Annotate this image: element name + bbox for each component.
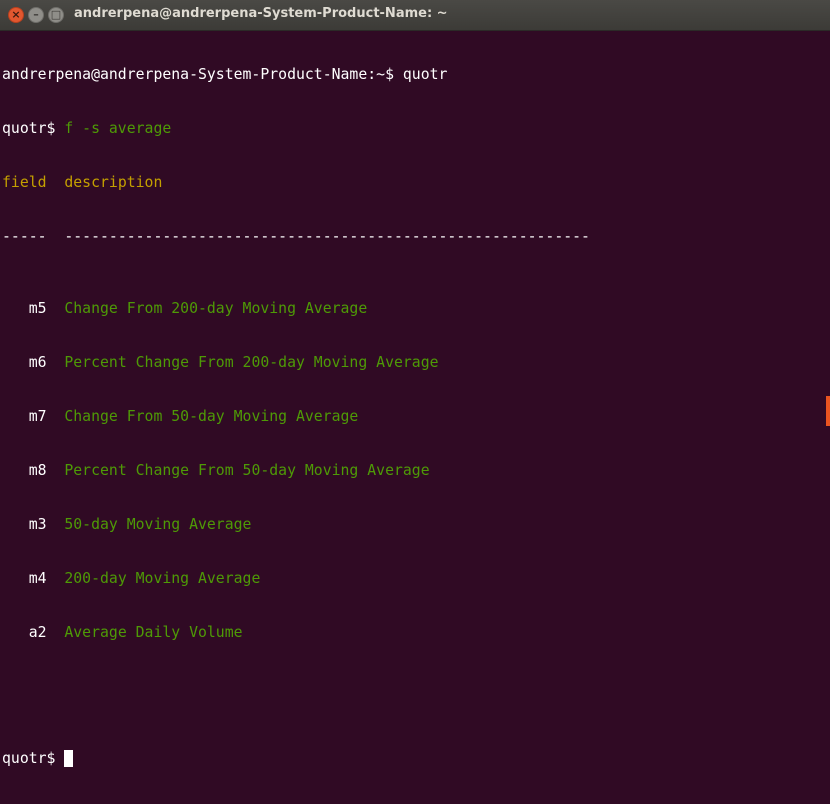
table-row: m7 Change From 50-day Moving Average — [2, 408, 826, 426]
terminal-output[interactable]: andrerpena@andrerpena-System-Product-Nam… — [0, 30, 826, 767]
title-bar[interactable]: × – □ andrerpena@andrerpena-System-Produ… — [0, 0, 830, 31]
row-description: 50-day Moving Average — [46, 516, 252, 533]
table-row: m6 Percent Change From 200-day Moving Av… — [2, 354, 826, 372]
table-row: m5 Change From 200-day Moving Average — [2, 300, 826, 318]
window-title: andrerpena@andrerpena-System-Product-Nam… — [74, 6, 448, 21]
terminal-window: × – □ andrerpena@andrerpena-System-Produ… — [0, 0, 830, 767]
close-icon[interactable]: × — [8, 7, 24, 23]
table-row: m4 200-day Moving Average — [2, 570, 826, 588]
row-field: m7 — [2, 408, 47, 425]
table-row: a2 Average Daily Volume — [2, 624, 826, 642]
row-field: m8 — [2, 462, 47, 479]
quotr-prompt: quotr$ — [2, 120, 56, 137]
quotr-command: f -s average — [55, 120, 172, 137]
text-cursor[interactable] — [64, 750, 74, 767]
row-field: m6 — [2, 354, 47, 371]
quotr-command-line: quotr$ f -s average — [2, 120, 826, 138]
table-row: m3 50-day Moving Average — [2, 516, 826, 534]
row-description: 200-day Moving Average — [46, 570, 261, 587]
active-prompt-line[interactable]: quotr$ — [2, 750, 826, 768]
row-description: Average Daily Volume — [46, 624, 243, 641]
row-description: Percent Change From 200-day Moving Avera… — [46, 354, 439, 371]
row-field: m4 — [2, 570, 47, 587]
scrollbar-indicator[interactable] — [826, 396, 830, 426]
separator-description: ----------------------------------------… — [46, 228, 590, 245]
header-description: description — [46, 174, 163, 191]
table-separator: ----- ----------------------------------… — [2, 228, 826, 246]
shell-command-line: andrerpena@andrerpena-System-Product-Nam… — [2, 66, 448, 83]
row-field: m5 — [2, 300, 47, 317]
table-row: m8 Percent Change From 50-day Moving Ave… — [2, 462, 826, 480]
separator-field: ----- — [2, 228, 47, 245]
row-field: m3 — [2, 516, 47, 533]
row-description: Change From 200-day Moving Average — [46, 300, 368, 317]
minimize-icon[interactable]: – — [28, 7, 44, 23]
row-field: a2 — [2, 624, 47, 641]
table-header: field description — [2, 174, 826, 192]
active-prompt: quotr$ — [2, 750, 65, 767]
maximize-icon[interactable]: □ — [48, 7, 64, 23]
row-description: Change From 50-day Moving Average — [46, 408, 359, 425]
row-description: Percent Change From 50-day Moving Averag… — [46, 462, 430, 479]
header-field: field — [2, 174, 47, 191]
